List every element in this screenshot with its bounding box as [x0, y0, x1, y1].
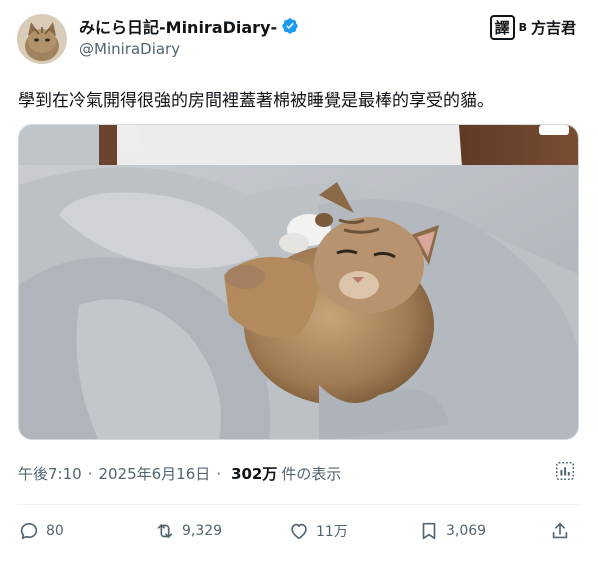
- bookmark-count: 3,069: [446, 523, 487, 539]
- views-label: 件の表示: [281, 465, 342, 483]
- translator-mark: 譯: [489, 15, 515, 40]
- verified-badge-icon: [282, 18, 298, 34]
- reply-icon: [20, 523, 38, 540]
- tweet-date[interactable]: 2025年6月16日: [98, 463, 210, 484]
- like-button[interactable]: 11万: [288, 520, 348, 542]
- divider: [18, 504, 580, 505]
- cat-under-blanket-photo: [19, 125, 578, 439]
- author-display-name[interactable]: みにら日記-MiniraDiary-: [79, 14, 277, 38]
- translator-credit: 譯 B 方吉君: [489, 15, 576, 40]
- author-handle[interactable]: @MiniraDiary: [79, 40, 180, 58]
- tweet-meta: 午後7:10 · 2025年6月16日 · 302万 件の表示: [18, 463, 341, 484]
- share-icon: [552, 522, 568, 539]
- reply-count: 80: [46, 523, 64, 539]
- meta-separator-2: ·: [216, 464, 222, 483]
- views-count: 302万: [231, 465, 278, 483]
- analytics-icon[interactable]: [554, 460, 576, 482]
- reply-button[interactable]: 80: [18, 520, 64, 542]
- cat-avatar-icon: [17, 14, 67, 64]
- meta-separator: ·: [87, 464, 93, 483]
- translator-name: 方吉君: [530, 19, 576, 37]
- bookmark-icon: [422, 522, 436, 540]
- translator-b: B: [518, 21, 527, 34]
- retweet-icon: [157, 524, 173, 538]
- retweet-count: 9,329: [182, 523, 223, 539]
- tweet-media[interactable]: [18, 124, 579, 440]
- bookmark-button[interactable]: 3,069: [418, 520, 486, 542]
- tweet-time[interactable]: 午後7:10: [18, 463, 82, 484]
- like-count: 11万: [316, 524, 348, 540]
- author-name-row[interactable]: みにら日記-MiniraDiary-: [79, 14, 299, 38]
- tweet-text: 學到在冷氣開得很強的房間裡蓋著棉被睡覺是最棒的享受的貓。: [18, 91, 494, 111]
- retweet-button[interactable]: 9,329: [154, 520, 222, 542]
- action-bar: 80 9,329 11万 3,069: [18, 520, 580, 550]
- heart-icon: [291, 523, 307, 540]
- author-avatar[interactable]: [17, 14, 67, 64]
- share-button[interactable]: [549, 520, 571, 542]
